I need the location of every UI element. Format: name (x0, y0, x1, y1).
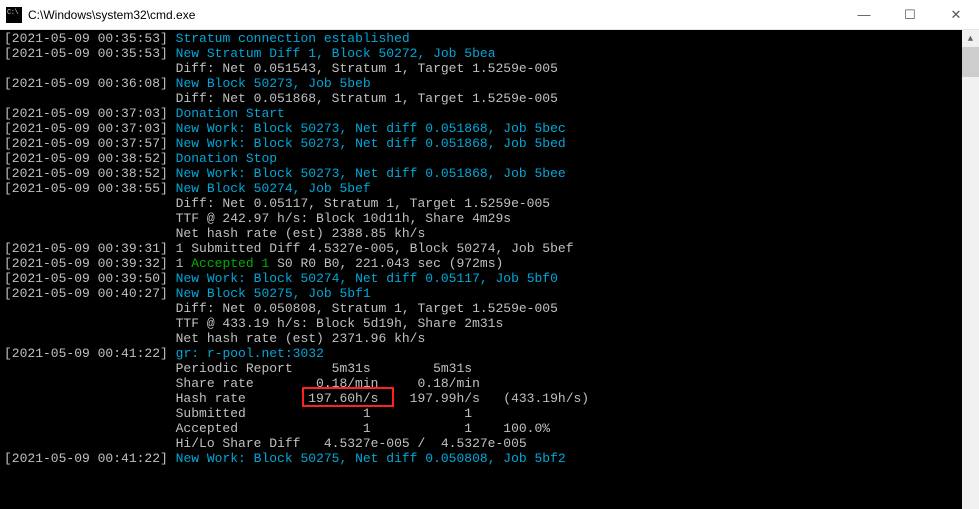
console-line: [2021-05-09 00:38:52] New Work: Block 50… (4, 166, 975, 181)
console-line: [2021-05-09 00:41:22] New Work: Block 50… (4, 451, 975, 466)
console-line: Share rate 0.18/min 0.18/min (4, 376, 975, 391)
console-line: [2021-05-09 00:38:55] New Block 50274, J… (4, 181, 975, 196)
console-line: [2021-05-09 00:39:31] 1 Submitted Diff 4… (4, 241, 975, 256)
console-line: Hi/Lo Share Diff 4.5327e-005 / 4.5327e-0… (4, 436, 975, 451)
console-line: [2021-05-09 00:40:27] New Block 50275, J… (4, 286, 975, 301)
console-line: [2021-05-09 00:37:57] New Work: Block 50… (4, 136, 975, 151)
console-output: [2021-05-09 00:35:53] Stratum connection… (0, 30, 979, 509)
console-line: Net hash rate (est) 2388.85 kh/s (4, 226, 975, 241)
close-button[interactable]: ✕ (933, 0, 979, 29)
console-line: Periodic Report 5m31s 5m31s (4, 361, 975, 376)
console-line: [2021-05-09 00:39:32] 1 Accepted 1 S0 R0… (4, 256, 975, 271)
console-line: Net hash rate (est) 2371.96 kh/s (4, 331, 975, 346)
console-line: Diff: Net 0.051543, Stratum 1, Target 1.… (4, 61, 975, 76)
console-line: Submitted 1 1 (4, 406, 975, 421)
console-line: Diff: Net 0.05117, Stratum 1, Target 1.5… (4, 196, 975, 211)
scroll-thumb[interactable] (962, 47, 979, 77)
console-line: Hash rate 197.60h/s 197.99h/s (433.19h/s… (4, 391, 975, 406)
titlebar: C:\Windows\system32\cmd.exe — ☐ ✕ (0, 0, 979, 30)
console-line: [2021-05-09 00:36:08] New Block 50273, J… (4, 76, 975, 91)
console-line: [2021-05-09 00:35:53] Stratum connection… (4, 31, 975, 46)
console-line: [2021-05-09 00:37:03] Donation Start (4, 106, 975, 121)
console-line: [2021-05-09 00:38:52] Donation Stop (4, 151, 975, 166)
console-line: TTF @ 433.19 h/s: Block 5d19h, Share 2m3… (4, 316, 975, 331)
console-line: [2021-05-09 00:37:03] New Work: Block 50… (4, 121, 975, 136)
console-line: [2021-05-09 00:35:53] New Stratum Diff 1… (4, 46, 975, 61)
scroll-up-arrow[interactable]: ▲ (962, 30, 979, 47)
console-line: Diff: Net 0.050808, Stratum 1, Target 1.… (4, 301, 975, 316)
minimize-button[interactable]: — (841, 0, 887, 29)
console-line: Diff: Net 0.051868, Stratum 1, Target 1.… (4, 91, 975, 106)
vertical-scrollbar[interactable]: ▲ (962, 30, 979, 509)
maximize-button[interactable]: ☐ (887, 0, 933, 29)
window-title: C:\Windows\system32\cmd.exe (28, 8, 841, 22)
console-line: [2021-05-09 00:39:50] New Work: Block 50… (4, 271, 975, 286)
console-line: [2021-05-09 00:41:22] gr: r-pool.net:303… (4, 346, 975, 361)
window-controls: — ☐ ✕ (841, 0, 979, 29)
cmd-icon (6, 7, 22, 23)
console-line: Accepted 1 1 100.0% (4, 421, 975, 436)
console-line: TTF @ 242.97 h/s: Block 10d11h, Share 4m… (4, 211, 975, 226)
